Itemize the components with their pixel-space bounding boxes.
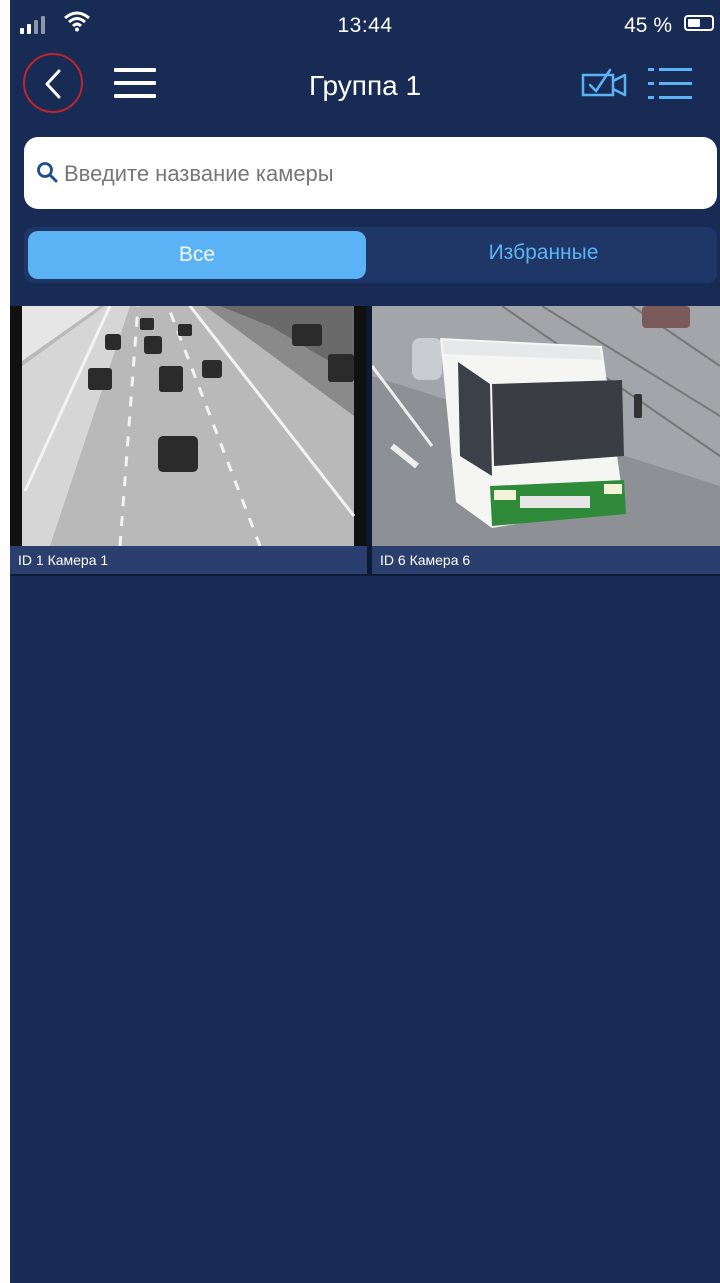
camera-caption: ID 1 Камера 1	[10, 546, 367, 574]
camera-grid: ID 1 Камера 1 ID 6 Камера 6	[10, 306, 720, 576]
filter-tabs: Все Избранные	[24, 227, 717, 283]
nav-bar: Группа 1	[10, 48, 720, 118]
camera-select-button[interactable]	[580, 66, 632, 100]
list-view-button[interactable]	[646, 64, 694, 104]
camera-search-input[interactable]	[62, 151, 686, 197]
app-screen: 13:44 45 % Группа 1 Введите название кам…	[10, 0, 720, 1283]
camera-preview-bus	[372, 306, 720, 546]
camera-caption: ID 6 Камера 6	[372, 546, 720, 574]
tab-favorites[interactable]: Избранные	[370, 227, 717, 283]
battery-percentage: 45 %	[624, 14, 672, 37]
battery-icon	[684, 15, 714, 31]
camera-tile[interactable]: ID 1 Камера 1	[10, 306, 367, 574]
search-bar	[24, 137, 717, 209]
camera-tile[interactable]: ID 6 Камера 6	[372, 306, 720, 574]
tab-all[interactable]: Все	[28, 231, 366, 279]
status-time: 13:44	[337, 14, 393, 37]
list-view-icon	[648, 68, 692, 99]
search-icon	[37, 162, 58, 183]
camera-check-icon	[581, 68, 627, 97]
camera-preview-highway	[10, 306, 367, 546]
